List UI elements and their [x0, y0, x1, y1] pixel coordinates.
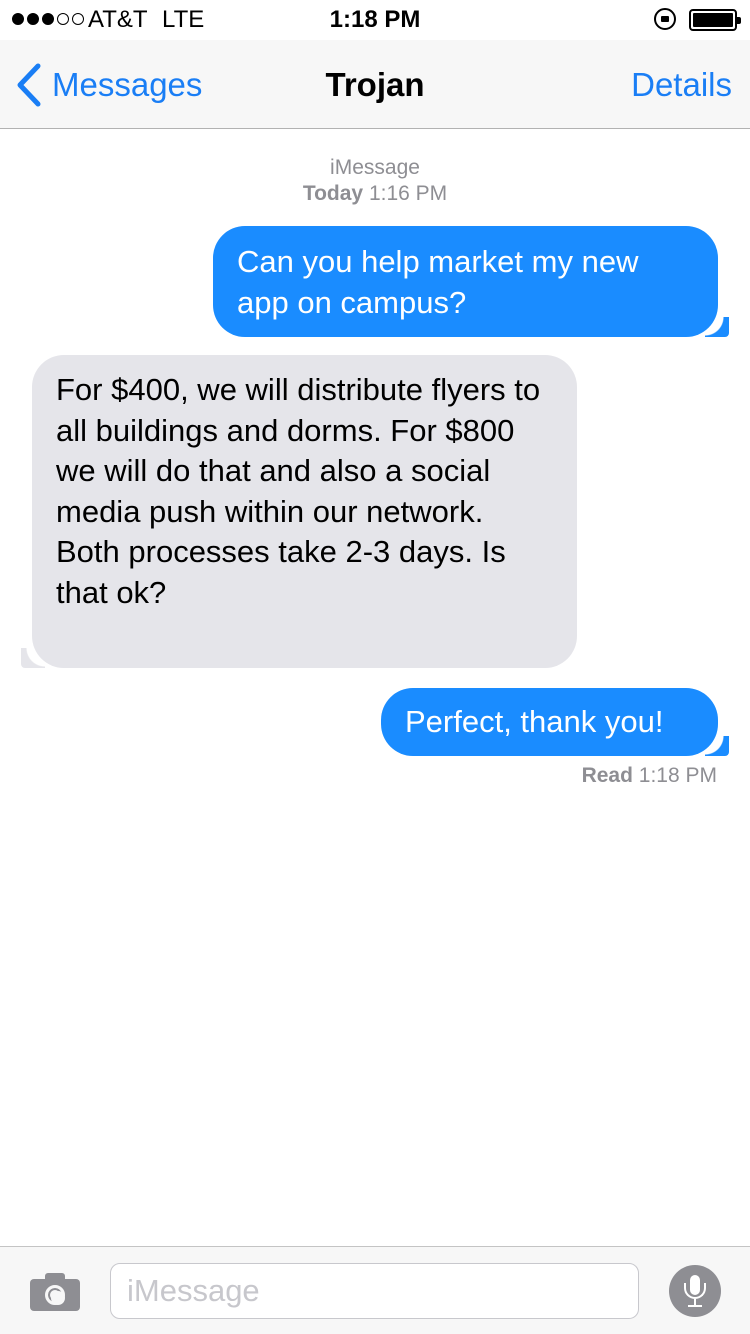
message-text: For $400, we will distribute flyers to a… — [56, 372, 541, 610]
camera-lens — [45, 1285, 65, 1305]
read-time: 1:18 PM — [638, 764, 717, 787]
bubble-tail — [705, 736, 729, 756]
message-input-bar — [0, 1246, 750, 1334]
navigation-bar: Messages Trojan Details — [0, 40, 750, 129]
battery-icon — [689, 9, 741, 31]
thread-header: iMessage Today 1:16 PM — [0, 155, 750, 207]
microphone-icon-base — [688, 1305, 702, 1307]
timestamp-day: Today — [302, 182, 364, 205]
status-bar: AT&T LTE 1:18 PM — [0, 0, 750, 40]
battery-level — [693, 13, 733, 27]
message-text: Can you help market my new app on campus… — [237, 244, 639, 320]
details-button[interactable]: Details — [631, 66, 732, 104]
thread-timestamp: Today 1:16 PM — [0, 181, 750, 207]
service-label: iMessage — [330, 156, 420, 179]
read-label: Read — [581, 764, 633, 787]
bubble-tail — [705, 317, 729, 337]
timestamp-time: 1:16 PM — [368, 182, 448, 205]
microphone-button[interactable] — [669, 1265, 721, 1317]
camera-lens-inner — [51, 1291, 65, 1305]
message-bubble-incoming[interactable]: For $400, we will distribute flyers to a… — [21, 355, 577, 668]
rotation-lock-icon — [654, 8, 676, 30]
read-receipt: Read 1:18 PM — [582, 764, 717, 788]
status-time: 1:18 PM — [329, 6, 421, 33]
camera-button[interactable] — [30, 1271, 80, 1311]
message-text: Perfect, thank you! — [405, 704, 664, 739]
microphone-icon-arc — [684, 1283, 706, 1299]
message-bubble-outgoing[interactable]: Can you help market my new app on campus… — [213, 226, 729, 337]
message-input[interactable] — [110, 1263, 639, 1319]
bubble-tail — [21, 648, 45, 668]
message-bubble-outgoing[interactable]: Perfect, thank you! — [381, 688, 729, 756]
